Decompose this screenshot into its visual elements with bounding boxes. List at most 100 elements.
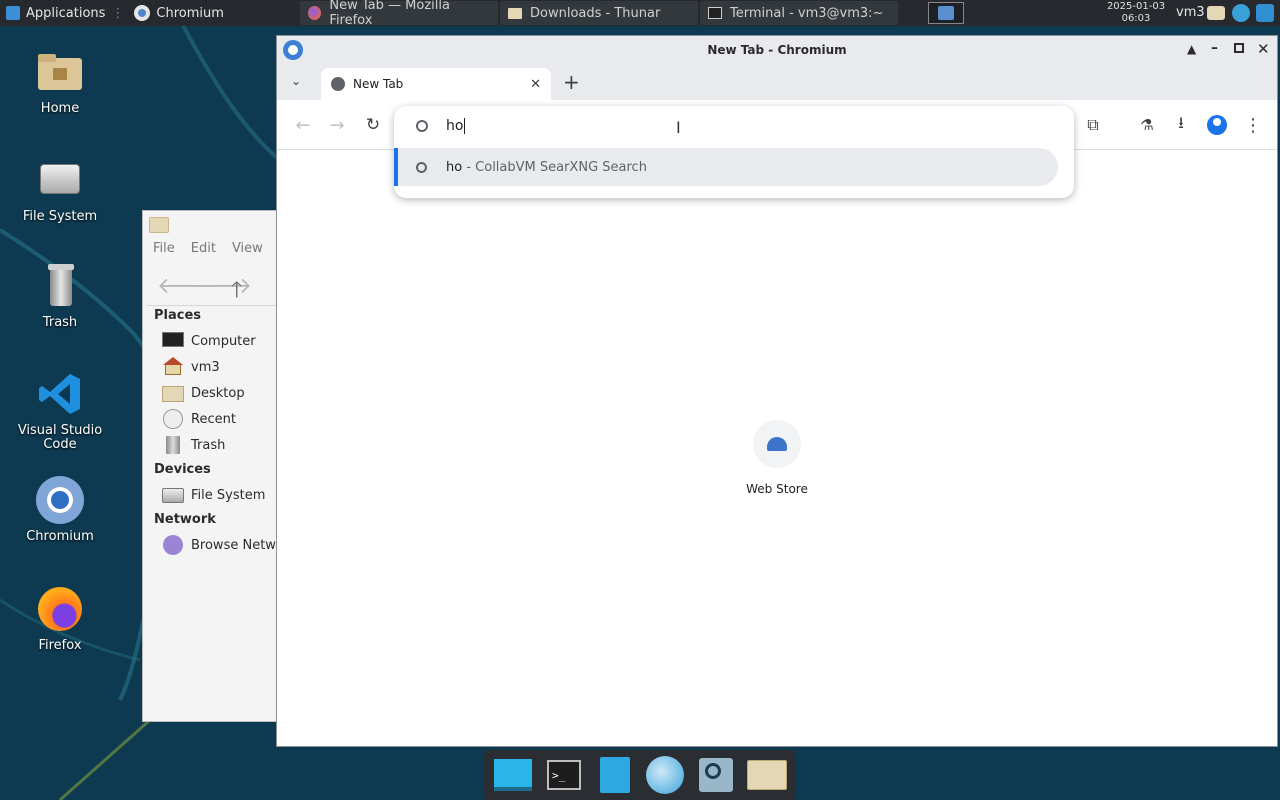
desktop-icon-vscode[interactable]: Visual Studio Code bbox=[10, 370, 110, 452]
tab-search-chevron-icon[interactable]: ⌄ bbox=[291, 74, 301, 88]
chromium-icon bbox=[36, 476, 84, 524]
desktop-icon-chromium[interactable]: Chromium bbox=[10, 476, 110, 544]
sidebar-item-vm3[interactable]: vm3 bbox=[161, 357, 220, 377]
sidebar-item-label: Browse Network bbox=[191, 537, 281, 553]
dock-web-browser[interactable] bbox=[644, 754, 686, 796]
mouse-ibeam-cursor-icon: I bbox=[676, 118, 681, 137]
desktop-icon-trash[interactable]: Trash bbox=[10, 262, 110, 330]
menu-separator-icon: ⋮ bbox=[111, 5, 125, 21]
globe-icon bbox=[331, 77, 345, 91]
maximize-button[interactable] bbox=[1234, 43, 1244, 53]
chromium-icon bbox=[134, 5, 151, 21]
folder-icon[interactable] bbox=[1207, 6, 1225, 20]
window-title: New Tab - Chromium bbox=[707, 43, 847, 57]
forward-arrow-icon[interactable]: 🡒 bbox=[193, 273, 252, 299]
trash-icon bbox=[36, 262, 84, 310]
task-label: Downloads - Thunar bbox=[530, 5, 661, 21]
task-firefox[interactable]: New Tab — Mozilla Firefox bbox=[300, 0, 498, 28]
omnibox-suggestion[interactable]: ho - CollabVM SearXNG Search bbox=[394, 148, 1058, 186]
reload-button[interactable]: ↻ bbox=[359, 111, 387, 139]
sidebar-item-label: Computer bbox=[191, 333, 256, 349]
firefox-icon bbox=[308, 6, 322, 20]
folder-icon bbox=[746, 760, 787, 790]
active-app-indicator[interactable]: Chromium bbox=[128, 0, 230, 26]
network-icon[interactable] bbox=[1232, 4, 1250, 22]
back-button[interactable]: ← bbox=[289, 111, 317, 139]
thunar-menubar: File Edit View bbox=[143, 241, 269, 256]
tab-strip: ⌄ New Tab ✕ + bbox=[277, 64, 1277, 100]
sidebar-item-recent[interactable]: Recent bbox=[161, 409, 236, 429]
search-icon bbox=[416, 120, 428, 132]
workspace-switcher[interactable] bbox=[928, 2, 964, 24]
magnifier-icon bbox=[698, 758, 733, 792]
menu-file[interactable]: File bbox=[143, 241, 181, 256]
tab-new-tab[interactable]: New Tab ✕ bbox=[321, 68, 551, 100]
web-store-icon bbox=[753, 420, 801, 468]
sidebar-heading-places: Places bbox=[154, 308, 202, 323]
desktop-icon-label: Chromium bbox=[26, 529, 94, 544]
dock-file-manager[interactable] bbox=[594, 754, 636, 796]
globe-icon bbox=[646, 756, 685, 794]
applications-label: Applications bbox=[26, 5, 106, 21]
show-desktop-icon bbox=[494, 759, 533, 791]
clock-date: 2025-01-03 bbox=[1106, 1, 1166, 12]
sidebar-item-label: vm3 bbox=[191, 359, 220, 375]
dock-app-finder[interactable] bbox=[695, 754, 737, 796]
clock[interactable]: 2025-01-03 06:03 bbox=[1104, 0, 1168, 25]
terminal-icon: >_ bbox=[546, 760, 581, 790]
menu-kebab-icon[interactable]: ⋮ bbox=[1239, 111, 1267, 139]
clock-icon bbox=[161, 409, 185, 429]
labs-flask-icon[interactable]: ⚗ bbox=[1133, 111, 1161, 139]
profile-avatar-icon[interactable] bbox=[1203, 111, 1231, 139]
chromium-icon bbox=[938, 6, 954, 20]
dock-folder[interactable] bbox=[746, 754, 788, 796]
desktop-icon-file-system[interactable]: File System bbox=[10, 156, 110, 224]
forward-button[interactable]: → bbox=[323, 111, 351, 139]
terminal-icon bbox=[708, 7, 722, 19]
tab-close-icon[interactable]: ✕ bbox=[530, 77, 541, 92]
user-menu[interactable]: vm3 bbox=[1176, 5, 1205, 20]
sidebar-heading-devices: Devices bbox=[154, 462, 211, 477]
new-tab-button[interactable]: + bbox=[563, 70, 580, 94]
desktop-icon-firefox[interactable]: Firefox bbox=[10, 585, 110, 653]
xfce-logo-icon bbox=[6, 6, 20, 20]
suggestion-source: - CollabVM SearXNG Search bbox=[462, 159, 647, 175]
menu-edit[interactable]: Edit bbox=[181, 241, 222, 256]
omnibox-input[interactable]: ho bbox=[446, 118, 463, 134]
sidebar-item-desktop[interactable]: Desktop bbox=[161, 383, 245, 403]
dock-show-desktop[interactable] bbox=[492, 754, 534, 796]
sidebar-item-computer[interactable]: Computer bbox=[161, 331, 256, 351]
text-cursor bbox=[464, 118, 466, 134]
dock-terminal[interactable]: >_ bbox=[543, 754, 585, 796]
network-icon bbox=[161, 535, 185, 555]
task-thunar[interactable]: Downloads - Thunar bbox=[500, 1, 698, 25]
menu-view[interactable]: View bbox=[222, 241, 269, 256]
window-titlebar[interactable]: New Tab - Chromium ▲ – ✕ bbox=[277, 36, 1277, 64]
shortcut-web-store[interactable]: Web Store bbox=[729, 420, 825, 496]
chromium-window: New Tab - Chromium ▲ – ✕ ⌄ New Tab ✕ + ←… bbox=[276, 35, 1278, 747]
folder-icon bbox=[149, 217, 169, 233]
task-terminal[interactable]: Terminal - vm3@vm3:~ bbox=[700, 1, 898, 25]
sidebar-item-browse-network[interactable]: Browse Network bbox=[161, 535, 281, 555]
downloads-icon[interactable]: ⭳ bbox=[1167, 111, 1195, 139]
sidebar-item-trash[interactable]: Trash bbox=[161, 435, 225, 455]
close-button[interactable]: ✕ bbox=[1257, 40, 1270, 58]
sidebar-item-label: Desktop bbox=[191, 385, 245, 401]
extensions-icon[interactable]: ⧉ bbox=[1079, 111, 1107, 139]
sidebar-heading-network: Network bbox=[154, 512, 216, 527]
applications-menu[interactable]: Applications ⋮ bbox=[0, 0, 130, 26]
task-label: New Tab — Mozilla Firefox bbox=[329, 0, 450, 28]
desktop-icon-home[interactable]: Home bbox=[10, 48, 110, 116]
home-icon bbox=[161, 357, 185, 377]
dock: >_ bbox=[484, 750, 796, 800]
active-app-label: Chromium bbox=[156, 5, 224, 21]
updates-icon[interactable] bbox=[1256, 4, 1274, 22]
window-shade-button[interactable]: ▲ bbox=[1187, 42, 1196, 56]
chromium-icon bbox=[283, 40, 303, 60]
clock-time: 06:03 bbox=[1121, 13, 1151, 24]
firefox-icon bbox=[36, 585, 84, 633]
minimize-button[interactable]: – bbox=[1211, 40, 1218, 56]
thunar-toolbar: 🡐 🡒 🡑 bbox=[143, 269, 281, 305]
sidebar-item-file-system[interactable]: File System bbox=[161, 485, 265, 505]
omnibox[interactable]: ho I bbox=[394, 106, 1074, 146]
